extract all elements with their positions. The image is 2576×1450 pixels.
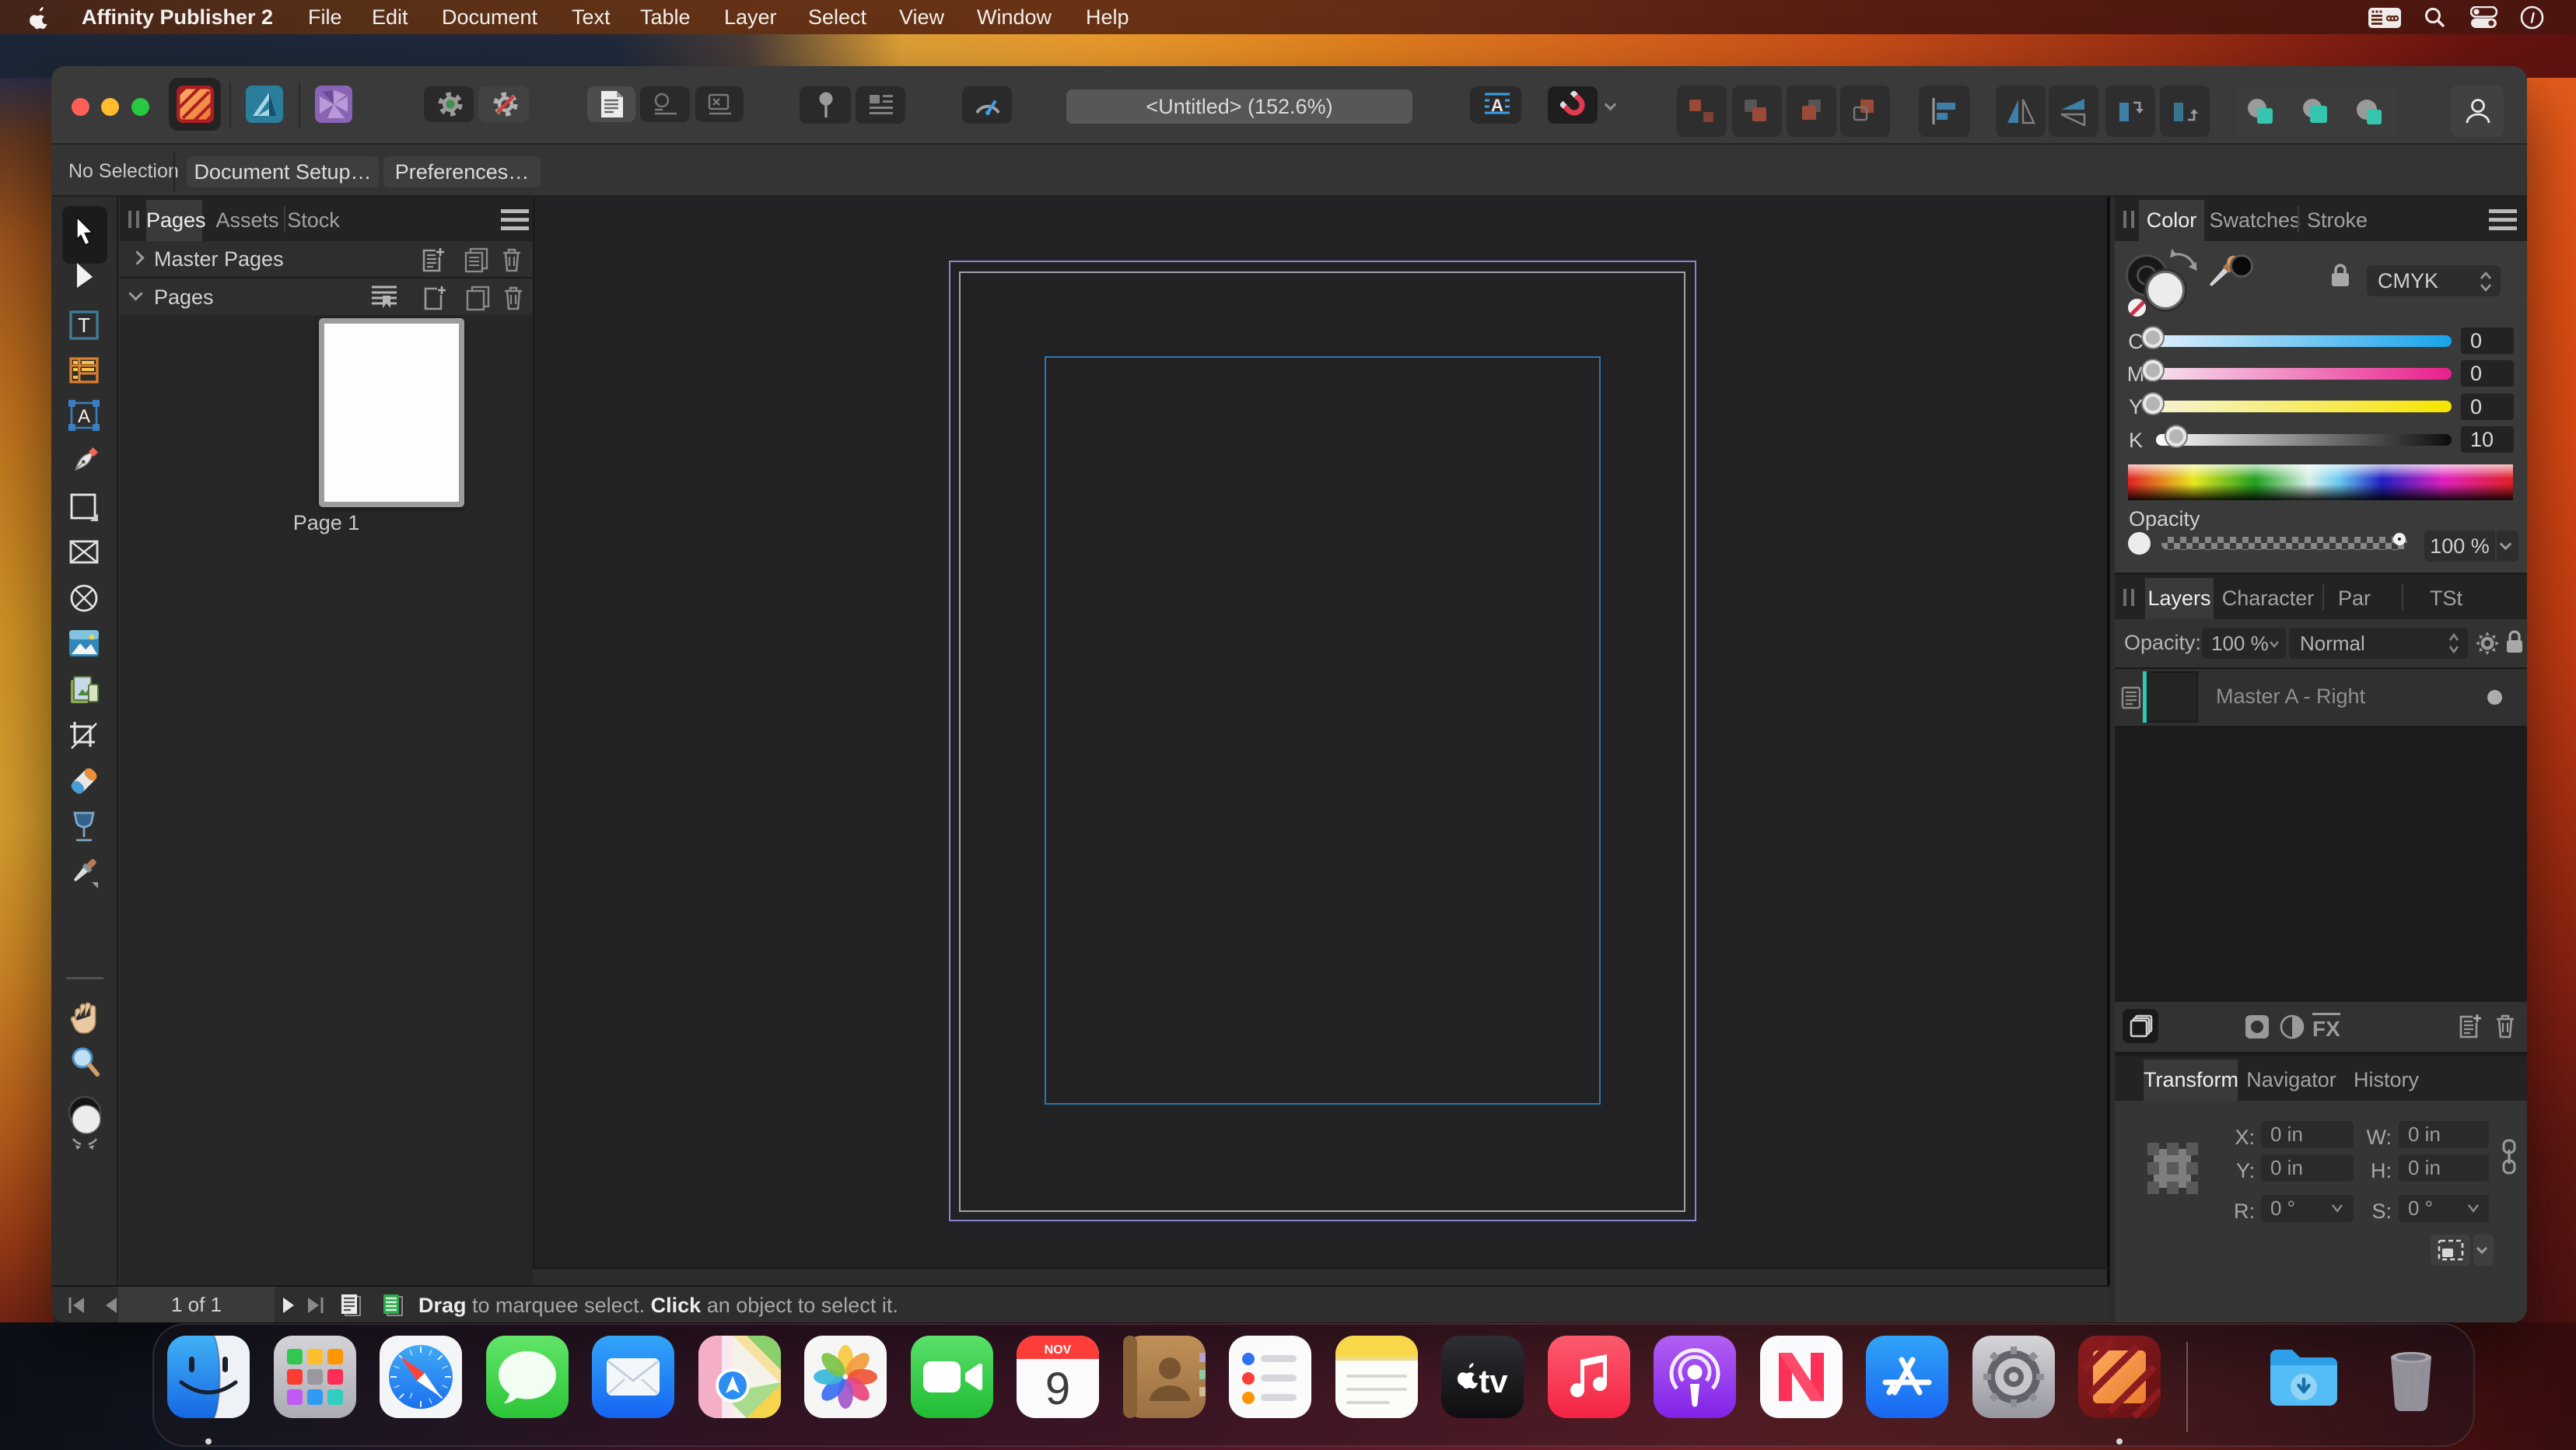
svg-text:A: A [78, 406, 90, 427]
svg-text:tv: tv [1479, 1363, 1508, 1399]
svg-text:T: T [78, 313, 90, 337]
svg-text:A: A [1491, 96, 1503, 115]
svg-text:9: 9 [1045, 1364, 1070, 1414]
svg-text:NOV: NOV [1045, 1343, 1072, 1357]
